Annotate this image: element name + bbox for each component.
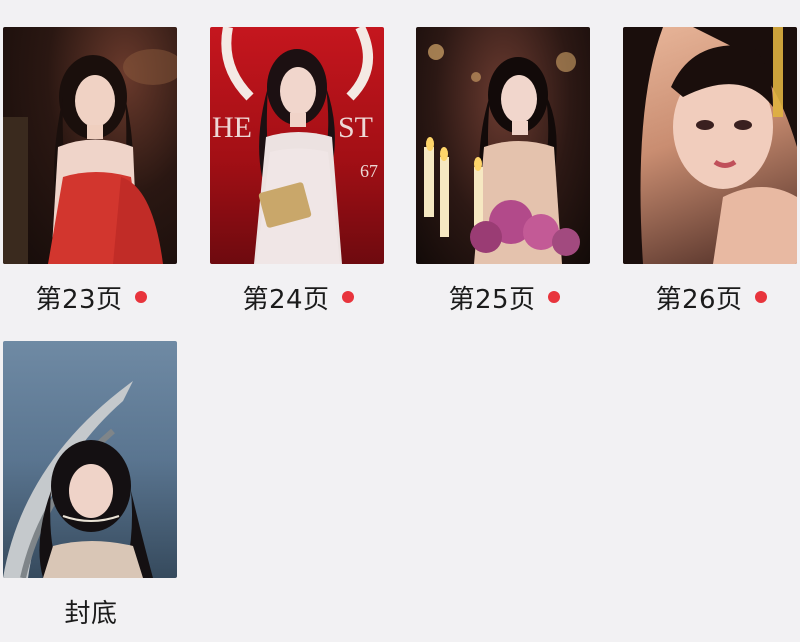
page-thumbnail-grid: 第23页 HE ST 67 第24页 第25页 第26页 封底 xyxy=(0,0,800,642)
photo-placeholder xyxy=(424,44,580,264)
page-24-thumbnail[interactable]: HE ST 67 xyxy=(210,27,384,264)
page-label-row[interactable]: 第26页 xyxy=(623,264,799,330)
new-badge-dot xyxy=(341,291,354,303)
page-label[interactable]: 第23页 xyxy=(35,279,122,316)
page-label-row[interactable]: 封底 xyxy=(3,578,179,642)
new-badge-dot xyxy=(754,291,767,303)
svg-text:ST: ST xyxy=(338,111,373,144)
page-label-row[interactable]: 第23页 xyxy=(3,264,179,330)
new-badge-dot xyxy=(547,291,560,303)
page-item-26[interactable]: 第26页 xyxy=(623,27,799,330)
photo-placeholder: HE ST 67 xyxy=(212,27,378,264)
new-badge-dot xyxy=(134,291,147,303)
page-23-thumbnail[interactable] xyxy=(3,27,177,264)
page-label[interactable]: 第25页 xyxy=(448,279,535,316)
svg-text:HE: HE xyxy=(212,111,252,144)
page-26-thumbnail[interactable] xyxy=(623,27,797,264)
page-label[interactable]: 第26页 xyxy=(655,279,742,316)
page-label[interactable]: 第24页 xyxy=(242,279,329,316)
photo-placeholder xyxy=(3,49,177,264)
page-label-row[interactable]: 第24页 xyxy=(210,264,386,330)
page-item-23[interactable]: 第23页 xyxy=(3,27,179,330)
back-cover-item[interactable]: 封底 xyxy=(3,341,179,642)
page-label-row[interactable]: 第25页 xyxy=(416,264,592,330)
page-25-thumbnail[interactable] xyxy=(416,27,590,264)
photo-placeholder xyxy=(623,27,797,264)
svg-text:67: 67 xyxy=(360,161,378,181)
back-cover-thumbnail[interactable] xyxy=(3,341,177,578)
photo-placeholder xyxy=(3,381,153,578)
page-label[interactable]: 封底 xyxy=(64,593,117,630)
page-item-25[interactable]: 第25页 xyxy=(416,27,592,330)
previous-row-cropped xyxy=(0,0,800,10)
page-item-24[interactable]: HE ST 67 第24页 xyxy=(210,27,386,330)
